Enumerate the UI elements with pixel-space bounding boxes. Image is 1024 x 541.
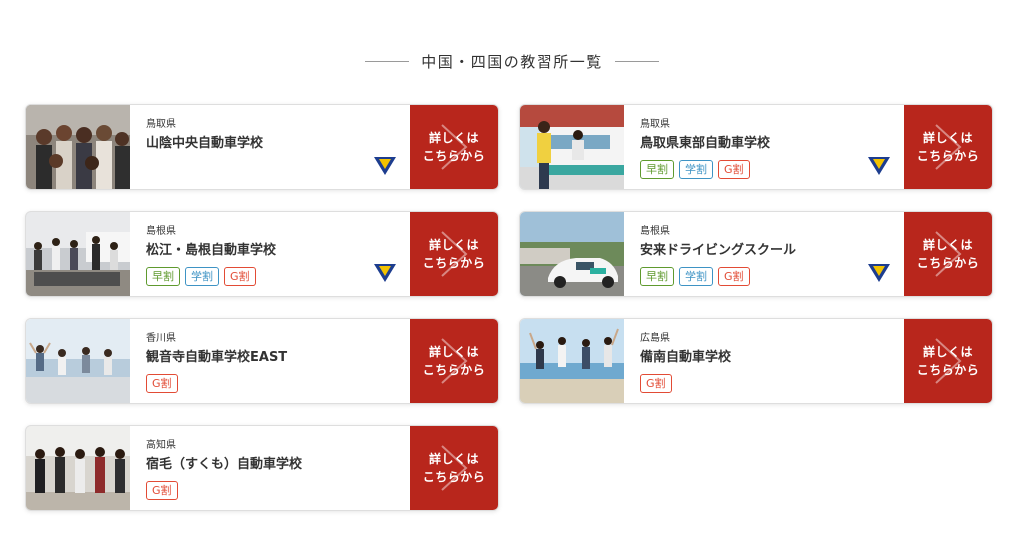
- school-card-sanin-chuo[interactable]: 鳥取県 山陰中央自動車学校 詳しくは こちらから: [25, 104, 499, 190]
- prefecture-label: 鳥取県: [146, 119, 176, 130]
- school-photo: [26, 319, 130, 403]
- detail-button[interactable]: 詳しくは こちらから: [410, 319, 498, 403]
- section-title: 中国・四国の教習所一覧: [421, 52, 603, 71]
- detail-line1: 詳しくは: [428, 452, 479, 466]
- prefecture-label: 島根県: [146, 226, 176, 237]
- section-heading: 中国・四国の教習所一覧: [0, 50, 1024, 72]
- school-photo: [520, 212, 624, 296]
- detail-line2: こちらから: [916, 363, 980, 377]
- detail-button[interactable]: 詳しくは こちらから: [904, 212, 992, 296]
- tpoint-icon: [868, 264, 890, 282]
- detail-line2: こちらから: [422, 363, 486, 377]
- school-photo: [520, 105, 624, 189]
- detail-button-label: 詳しくは こちらから: [410, 343, 498, 379]
- detail-line1: 詳しくは: [428, 345, 479, 359]
- school-card-tottori-tobu[interactable]: 鳥取県 鳥取県東部自動車学校 早割 学割 G割 詳しくは こちらから: [519, 104, 993, 190]
- heading-line-left: [365, 60, 410, 62]
- discount-badges: G割: [146, 374, 386, 393]
- tpoint-icon: [868, 157, 890, 175]
- prefecture-label: 高知県: [146, 440, 176, 451]
- school-name: 観音寺自動車学校EAST: [146, 350, 288, 365]
- detail-button-label: 詳しくは こちらから: [904, 343, 992, 379]
- school-name: 山陰中央自動車学校: [146, 136, 264, 151]
- g-wari-badge: G割: [640, 374, 672, 393]
- gakuwari-badge: 学割: [679, 160, 713, 179]
- school-info: 島根県 松江・島根自動車学校 早割 学割 G割: [146, 226, 386, 286]
- detail-line2: こちらから: [422, 470, 486, 484]
- gakuwari-badge: 学割: [185, 267, 219, 286]
- detail-button[interactable]: 詳しくは こちらから: [410, 212, 498, 296]
- school-name: 鳥取県東部自動車学校: [640, 136, 771, 151]
- detail-button-label: 詳しくは こちらから: [904, 129, 992, 165]
- school-info: 香川県 観音寺自動車学校EAST G割: [146, 333, 386, 393]
- detail-button-label: 詳しくは こちらから: [410, 236, 498, 272]
- detail-line2: こちらから: [916, 149, 980, 163]
- gakuwari-badge: 学割: [679, 267, 713, 286]
- hayawari-badge: 早割: [640, 160, 674, 179]
- hayawari-badge: 早割: [146, 267, 180, 286]
- detail-line1: 詳しくは: [922, 345, 973, 359]
- school-photo: [26, 426, 130, 510]
- discount-badges: 早割 学割 G割: [640, 267, 880, 286]
- school-card-binan[interactable]: 広島県 備南自動車学校 G割 詳しくは こちらから: [519, 318, 993, 404]
- detail-line2: こちらから: [422, 149, 486, 163]
- school-name: 備南自動車学校: [640, 350, 732, 365]
- school-card-sukumo[interactable]: 高知県 宿毛（すくも）自動車学校 G割 詳しくは こちらから: [25, 425, 499, 511]
- school-photo: [520, 319, 624, 403]
- detail-button[interactable]: 詳しくは こちらから: [904, 319, 992, 403]
- discount-badges: 早割 学割 G割: [640, 160, 880, 179]
- tpoint-icon: [374, 157, 396, 175]
- detail-button[interactable]: 詳しくは こちらから: [904, 105, 992, 189]
- detail-line1: 詳しくは: [922, 131, 973, 145]
- school-info: 島根県 安来ドライビングスクール 早割 学割 G割: [640, 226, 880, 286]
- school-card-kanonji-east[interactable]: 香川県 観音寺自動車学校EAST G割 詳しくは こちらから: [25, 318, 499, 404]
- discount-badges: G割: [146, 481, 386, 500]
- detail-button-label: 詳しくは こちらから: [410, 450, 498, 486]
- school-name: 安来ドライビングスクール: [640, 243, 797, 258]
- detail-line1: 詳しくは: [428, 131, 479, 145]
- g-wari-badge: G割: [718, 160, 750, 179]
- school-name: 松江・島根自動車学校: [146, 243, 277, 258]
- g-wari-badge: G割: [146, 374, 178, 393]
- school-name: 宿毛（すくも）自動車学校: [146, 457, 303, 472]
- tpoint-icon: [374, 264, 396, 282]
- detail-line1: 詳しくは: [922, 238, 973, 252]
- school-photo: [26, 105, 130, 189]
- discount-badges: G割: [640, 374, 880, 393]
- school-card-matsue-shimane[interactable]: 島根県 松江・島根自動車学校 早割 学割 G割 詳しくは こちらから: [25, 211, 499, 297]
- school-info: 広島県 備南自動車学校 G割: [640, 333, 880, 393]
- detail-button[interactable]: 詳しくは こちらから: [410, 426, 498, 510]
- g-wari-badge: G割: [224, 267, 256, 286]
- school-info: 鳥取県 鳥取県東部自動車学校 早割 学割 G割: [640, 119, 880, 179]
- detail-line2: こちらから: [422, 256, 486, 270]
- heading-line-right: [614, 60, 659, 62]
- prefecture-label: 広島県: [640, 333, 670, 344]
- detail-button-label: 詳しくは こちらから: [904, 236, 992, 272]
- prefecture-label: 島根県: [640, 226, 670, 237]
- detail-line2: こちらから: [916, 256, 980, 270]
- detail-button[interactable]: 詳しくは こちらから: [410, 105, 498, 189]
- school-photo: [26, 212, 130, 296]
- school-info: 高知県 宿毛（すくも）自動車学校 G割: [146, 440, 386, 500]
- school-card-yasugi[interactable]: 島根県 安来ドライビングスクール 早割 学割 G割 詳しくは こちらから: [519, 211, 993, 297]
- school-info: 鳥取県 山陰中央自動車学校: [146, 119, 386, 152]
- detail-line1: 詳しくは: [428, 238, 479, 252]
- hayawari-badge: 早割: [640, 267, 674, 286]
- discount-badges: 早割 学割 G割: [146, 267, 386, 286]
- g-wari-badge: G割: [146, 481, 178, 500]
- prefecture-label: 香川県: [146, 333, 176, 344]
- prefecture-label: 鳥取県: [640, 119, 670, 130]
- detail-button-label: 詳しくは こちらから: [410, 129, 498, 165]
- g-wari-badge: G割: [718, 267, 750, 286]
